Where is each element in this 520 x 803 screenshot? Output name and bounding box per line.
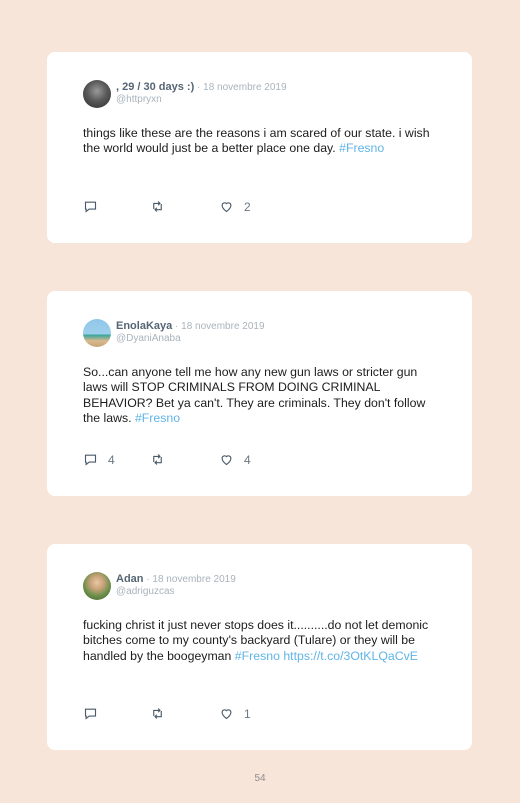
retweet-icon bbox=[153, 454, 162, 465]
like-count: 2 bbox=[244, 199, 251, 214]
tweet-date: · 18 novembre 2019 bbox=[143, 574, 236, 585]
retweet-icon bbox=[153, 201, 162, 212]
reply-button[interactable]: 4 bbox=[83, 452, 115, 467]
tweet-date: · 18 novembre 2019 bbox=[172, 321, 265, 332]
reply-icon bbox=[84, 708, 97, 720]
retweet-button[interactable] bbox=[150, 199, 165, 214]
avatar[interactable] bbox=[83, 319, 111, 347]
retweet-icon bbox=[153, 708, 162, 719]
reply-button[interactable] bbox=[83, 706, 108, 721]
user-handle[interactable]: @DyaniAnaba bbox=[116, 333, 181, 344]
user-name[interactable]: , 29 / 30 days :) bbox=[116, 81, 194, 93]
tweet-actions: 2 bbox=[83, 199, 383, 215]
avatar[interactable] bbox=[83, 80, 111, 108]
like-icon bbox=[221, 202, 232, 213]
hashtag-link[interactable]: #Fresno bbox=[339, 141, 384, 155]
reply-button[interactable] bbox=[83, 199, 108, 214]
tweet-text: fucking christ it just never stops does … bbox=[83, 618, 443, 664]
like-count: 4 bbox=[244, 452, 251, 467]
retweet-button[interactable] bbox=[150, 452, 165, 467]
tweet-text: So...can anyone tell me how any new gun … bbox=[83, 365, 443, 426]
tweet-card: , 29 / 30 days :) · 18 novembre 2019 @ht… bbox=[47, 52, 472, 243]
reply-icon bbox=[84, 454, 97, 466]
user-handle[interactable]: @httpryxn bbox=[116, 94, 162, 105]
url-link[interactable]: https://t.co/3OtKLQaCvE bbox=[283, 649, 418, 663]
like-count: 1 bbox=[244, 706, 251, 721]
hashtag-link[interactable]: #Fresno bbox=[135, 411, 180, 425]
user-handle[interactable]: @adriguzcas bbox=[116, 586, 175, 597]
user-name[interactable]: EnolaKaya bbox=[116, 320, 172, 332]
like-button[interactable]: 1 bbox=[219, 706, 251, 721]
like-icon bbox=[221, 709, 232, 720]
tweet-card: EnolaKaya · 18 novembre 2019 @DyaniAnaba… bbox=[47, 291, 472, 496]
like-icon bbox=[221, 455, 232, 466]
page-number: 54 bbox=[254, 773, 266, 784]
reply-count: 4 bbox=[108, 452, 115, 467]
tweet-actions: 4 4 bbox=[83, 452, 383, 468]
user-name[interactable]: Adan bbox=[116, 573, 144, 585]
reply-icon bbox=[84, 201, 97, 213]
like-button[interactable]: 4 bbox=[219, 452, 251, 467]
avatar[interactable] bbox=[83, 572, 111, 600]
retweet-button[interactable] bbox=[150, 706, 165, 721]
hashtag-link[interactable]: #Fresno bbox=[235, 649, 280, 663]
like-button[interactable]: 2 bbox=[219, 199, 251, 214]
tweet-text: things like these are the reasons i am s… bbox=[83, 126, 443, 157]
tweet-card: Adan · 18 novembre 2019 @adriguzcas fuck… bbox=[47, 544, 472, 750]
tweet-actions: 1 bbox=[83, 706, 383, 722]
tweet-date: · 18 novembre 2019 bbox=[194, 82, 287, 93]
